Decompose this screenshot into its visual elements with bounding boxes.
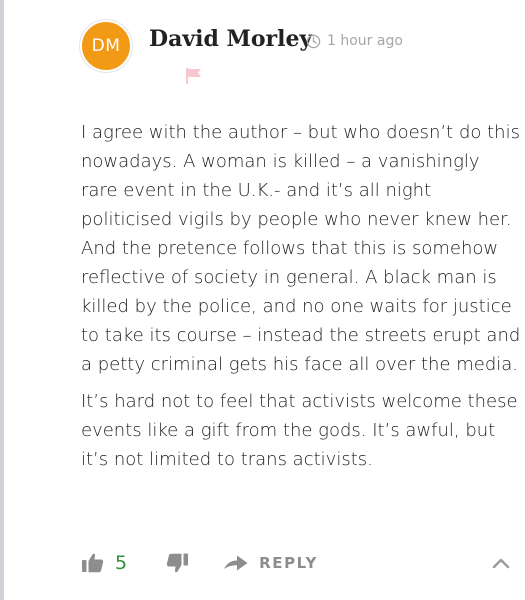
thread-line: [0, 0, 4, 600]
upvote-count: 5: [115, 552, 128, 574]
collapse-button[interactable]: [491, 556, 511, 570]
comment-actions: 5 REPLY: [81, 548, 511, 578]
reply-label: REPLY: [259, 554, 318, 572]
thumbs-down-icon: [165, 552, 189, 574]
avatar-initials: DM: [91, 36, 121, 56]
comment-time: 1 hour ago: [306, 33, 403, 49]
upvote-button[interactable]: 5: [81, 552, 127, 574]
comment-paragraph: It’s hard not to feel that activists wel…: [81, 391, 518, 470]
comment-page: DM David Morley 1 hour ago I agree with …: [0, 0, 525, 600]
downvote-button[interactable]: [165, 552, 189, 574]
thumbs-up-icon: [81, 552, 105, 574]
flag-icon[interactable]: [184, 66, 204, 86]
clock-icon: [306, 34, 321, 49]
chevron-up-icon: [491, 556, 511, 570]
comment-paragraph: I agree with the author – but who doesn’…: [81, 122, 521, 375]
time-text: 1 hour ago: [327, 33, 403, 49]
reply-button[interactable]: REPLY: [223, 554, 318, 572]
reply-arrow-icon: [223, 554, 249, 572]
author-name[interactable]: David Morley: [149, 26, 312, 52]
comment-body: I agree with the author – but who doesn’…: [81, 118, 521, 482]
avatar[interactable]: DM: [80, 20, 132, 72]
